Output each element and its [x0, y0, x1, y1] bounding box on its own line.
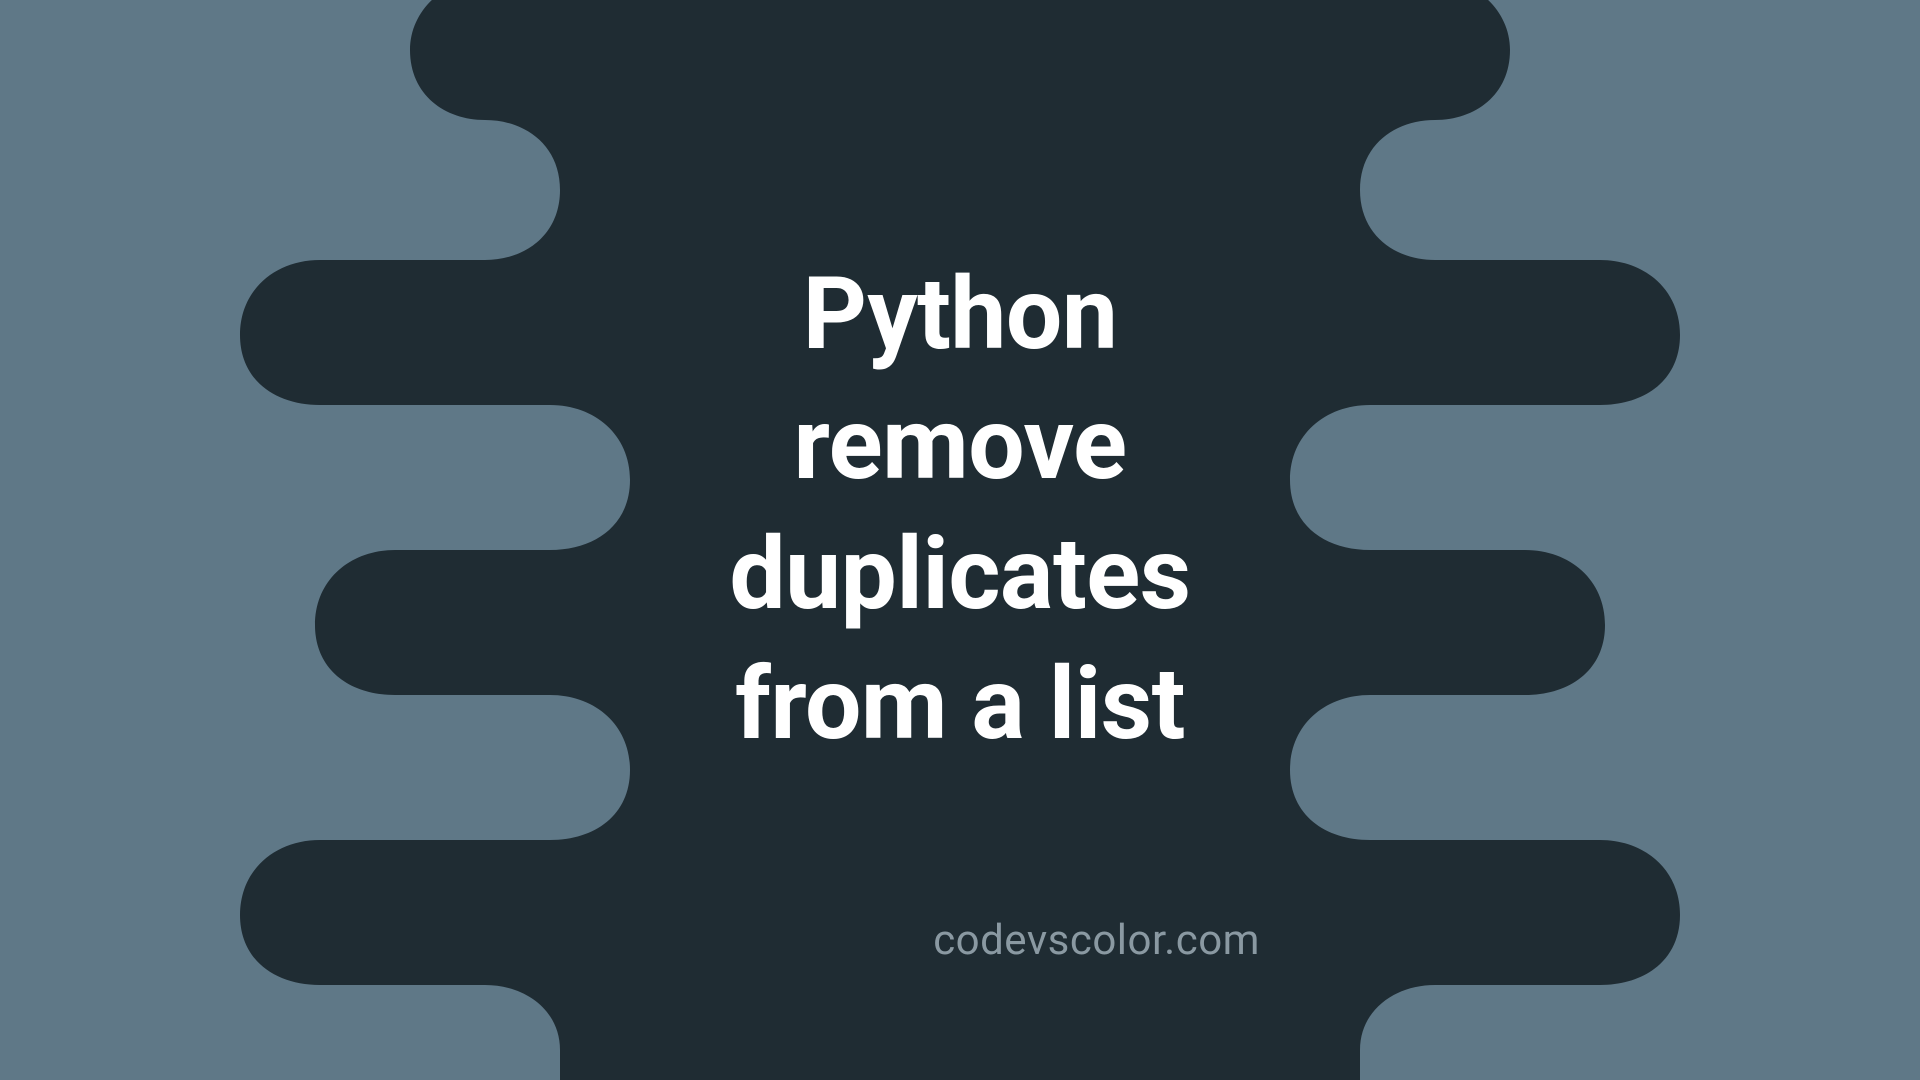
- title-line-3: duplicates: [729, 510, 1190, 640]
- title-line-4: from a list: [729, 640, 1190, 770]
- title-line-1: Python: [729, 250, 1190, 380]
- title-line-2: remove: [729, 380, 1190, 510]
- graphic-canvas: Python remove duplicates from a list cod…: [0, 0, 1920, 1080]
- watermark-text: codevscolor.com: [933, 916, 1260, 965]
- main-title: Python remove duplicates from a list: [729, 250, 1190, 770]
